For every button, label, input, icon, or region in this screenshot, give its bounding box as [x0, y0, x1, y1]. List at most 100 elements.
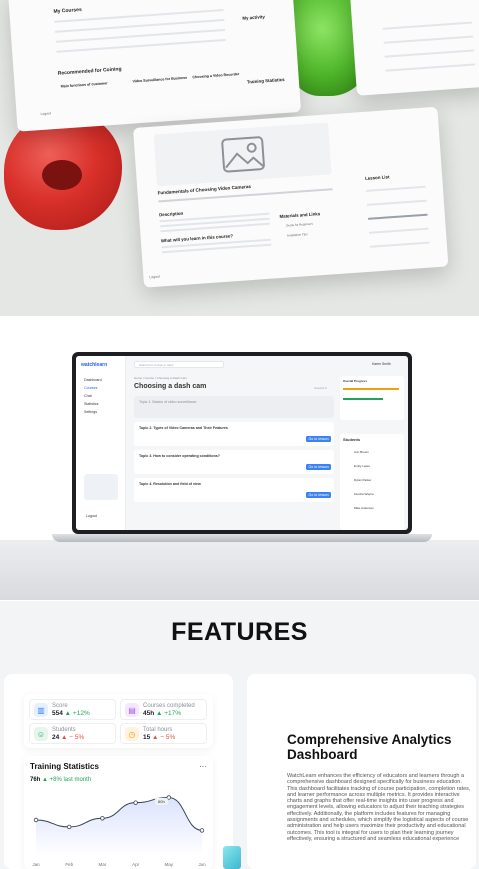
stat-students: ☺ Students 24 ▲ − 5% [29, 723, 116, 744]
chart-point[interactable] [33, 817, 39, 823]
progress-bar [343, 398, 383, 400]
user-icon: ☺ [34, 727, 48, 741]
display-plinth [0, 540, 479, 600]
logout-link[interactable]: Logout [40, 111, 51, 116]
student-name[interactable]: Emily Lewis [354, 464, 370, 468]
chart-point[interactable] [133, 800, 138, 805]
training-line-chart: Jan Feb Mar Apr May Jun [32, 795, 206, 867]
nav-item-courses[interactable]: Courses [84, 386, 97, 390]
chart-icon: ▥ [34, 703, 48, 717]
chart-point[interactable] [199, 828, 205, 833]
students-card: Students Ann Brown Emily Lewis Dylan Par… [340, 434, 404, 530]
dashboard-panel: My Courses Recommended for Coining Main … [8, 0, 302, 132]
training-stats-heading: Training Statistics [246, 76, 285, 85]
stat-label: Score [52, 703, 68, 709]
student-name[interactable]: Ann Brown [354, 450, 369, 454]
logout-link[interactable]: Logout [149, 274, 160, 279]
topic-title: Topic 3. How to consider operating condi… [139, 454, 220, 458]
nav-item-dashboard[interactable]: Dashboard [84, 378, 102, 382]
logout-link[interactable]: Logout [86, 514, 97, 518]
app-window: watchlearn Dashboard Courses Chat Statis… [76, 356, 408, 530]
progress-heading: Overall Progress [343, 379, 368, 383]
stat-score: ▥ Score 554 ▲ +12% [29, 699, 116, 720]
sidebar-illustration [84, 474, 118, 500]
my-activity-heading: My activity [242, 14, 265, 21]
video-placeholder[interactable] [153, 122, 332, 187]
stat-value: 554 ▲ +12% [52, 710, 90, 717]
course-card-title[interactable]: Video Surveillance for Business [132, 76, 187, 84]
laptop-screen: watchlearn Dashboard Courses Chat Statis… [72, 352, 412, 534]
hero-section: My Courses Recommended for Coining Main … [0, 0, 479, 316]
topic-title: Topic 2. Types of Video Cameras and Thei… [139, 426, 228, 430]
student-name[interactable]: Mike Anderson [354, 506, 374, 510]
x-tick-label: Jan [32, 862, 40, 867]
video-title: Fundamentals of Choosing Video Cameras [157, 183, 252, 196]
settings-panel [350, 0, 479, 96]
user-name[interactable]: Karen Smith [372, 362, 391, 366]
search-input[interactable]: Search for course or topic [134, 361, 224, 368]
blue-3d-shape [223, 846, 241, 869]
topic-card[interactable]: Topic 1. Basics of video surveillance [134, 396, 334, 418]
topic-card[interactable]: Topic 4. Resolution and field of view Go… [134, 478, 334, 502]
book-icon: ▤ [125, 703, 139, 717]
stat-value: 15 ▲ − 5% [143, 734, 176, 741]
chart-tooltip: 60h [155, 798, 168, 805]
chart-point[interactable] [100, 816, 105, 821]
laptop-base [52, 534, 432, 542]
materials-heading: Materials and Links [279, 211, 321, 219]
stat-courses: ▤ Courses completed 45h ▲ +17% [120, 699, 207, 720]
students-heading: Students [343, 437, 361, 442]
x-tick-label: Apr [132, 862, 140, 867]
progress-card: Overall Progress [340, 376, 404, 420]
app-sidebar: watchlearn Dashboard Courses Chat Statis… [76, 356, 126, 530]
go-to-lesson-button[interactable]: Go to lesson [306, 464, 332, 470]
x-tick-label: Jun [198, 862, 206, 867]
nav-item-settings[interactable]: Settings [84, 410, 97, 414]
stat-value: 24 ▲ − 5% [52, 734, 85, 741]
stat-hours: ◷ Total hours 15 ▲ − 5% [120, 723, 207, 744]
app-logo: watchlearn [81, 362, 108, 368]
stat-label: Total hours [143, 727, 173, 733]
topic-count: 3 out of 4 [314, 386, 327, 390]
red-shape-hole [42, 160, 82, 190]
x-tick-label: Feb [65, 862, 73, 867]
nav-item-chat[interactable]: Chat [84, 394, 92, 398]
page: My Courses Recommended for Coining Main … [0, 0, 479, 869]
x-tick-label: Mar [99, 862, 107, 867]
description-heading: Description [158, 210, 184, 218]
course-card-title[interactable]: Main functions of customer [61, 81, 108, 88]
material-link[interactable]: Installation Tips [287, 232, 308, 237]
course-detail-panel: Fundamentals of Choosing Video Cameras D… [133, 106, 449, 288]
student-name[interactable]: Dylan Parker [354, 478, 371, 482]
training-stats-title: Training Statistics [30, 762, 99, 771]
progress-bar [343, 388, 399, 390]
lesson-list-heading: Lesson List [364, 174, 390, 181]
topic-card[interactable]: Topic 2. Types of Video Cameras and Thei… [134, 422, 334, 446]
student-name[interactable]: Kendra Wayne [354, 492, 374, 496]
x-tick-label: May [165, 862, 174, 867]
material-link[interactable]: Guide for Beginners [286, 222, 313, 228]
features-title: FEATURES [171, 618, 308, 646]
topic-title: Topic 1. Basics of video surveillance [139, 400, 197, 404]
chart-area-fill [36, 797, 202, 856]
topic-title: Topic 4. Resolution and field of view [139, 482, 201, 486]
training-summary: 76h ▲ +8% last month [30, 777, 92, 783]
recommended-heading: Recommended for Coining [57, 66, 122, 77]
breadcrumb[interactable]: Home / Course / Choosing a Dash Cam [134, 376, 187, 380]
clock-icon: ◷ [125, 727, 139, 741]
my-courses-heading: My Courses [53, 6, 82, 15]
page-title: Choosing a dash cam [134, 383, 207, 390]
more-menu-icon[interactable]: ··· [199, 762, 207, 771]
go-to-lesson-button[interactable]: Go to lesson [306, 436, 332, 442]
course-card-title[interactable]: Choosing a Video Recorder [192, 72, 239, 79]
topic-card[interactable]: Topic 3. How to consider operating condi… [134, 450, 334, 474]
feature-body: WatchLearn enhances the efficiency of ed… [287, 773, 471, 842]
search-placeholder: Search for course or topic [139, 363, 174, 367]
nav-item-statistics[interactable]: Statistics [84, 402, 98, 406]
chart-point[interactable] [67, 824, 72, 830]
stat-label: Courses completed [143, 703, 195, 709]
stat-label: Students [52, 727, 76, 733]
image-icon [220, 136, 265, 173]
feature-heading: Comprehensive Analytics Dashboard [287, 732, 452, 762]
go-to-lesson-button[interactable]: Go to lesson [306, 492, 332, 498]
